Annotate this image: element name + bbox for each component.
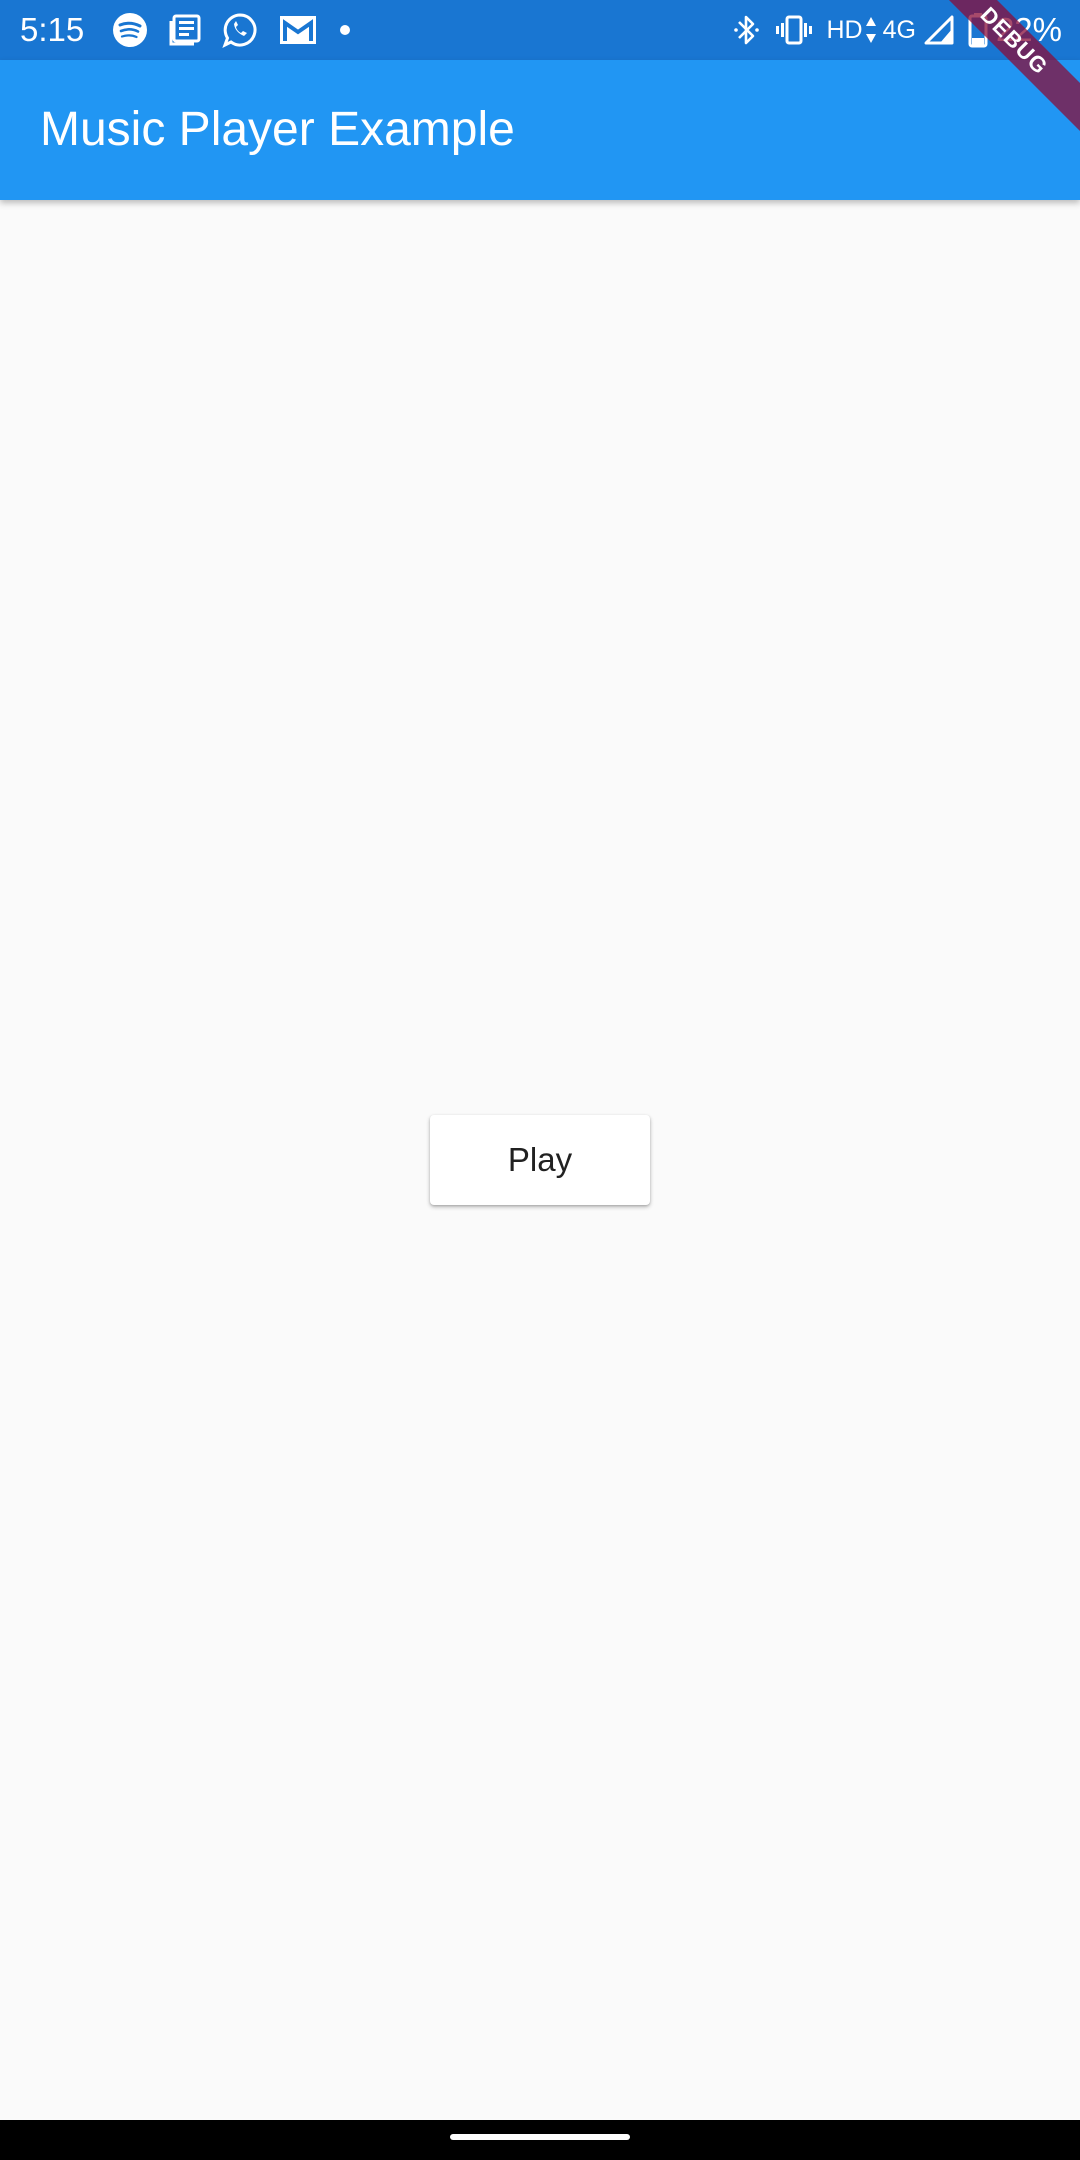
whatsapp-icon (222, 12, 258, 48)
network-type-label: 4G (882, 15, 916, 44)
play-button[interactable]: Play (430, 1115, 650, 1205)
dot-icon (338, 23, 352, 37)
status-time: 5:15 (20, 11, 85, 48)
vibrate-icon (776, 13, 813, 47)
page-title: Music Player Example (40, 103, 515, 156)
bluetooth-icon (732, 13, 762, 47)
app-screen: 5:15 HD 4G 22% Music Player Example DEBU… (0, 0, 1080, 2160)
home-indicator[interactable] (450, 2134, 630, 2140)
spotify-icon (112, 12, 148, 48)
navigation-bar (0, 2120, 1080, 2160)
status-bar-left: 5:15 (20, 0, 372, 60)
status-bar: 5:15 HD 4G 22% (0, 0, 1080, 60)
network-hd-label: HD (826, 15, 863, 44)
gmail-icon (278, 13, 318, 47)
signal-icon (924, 15, 954, 45)
news-icon (168, 13, 202, 47)
app-bar: Music Player Example (0, 60, 1080, 200)
data-activity-icon (865, 15, 877, 45)
